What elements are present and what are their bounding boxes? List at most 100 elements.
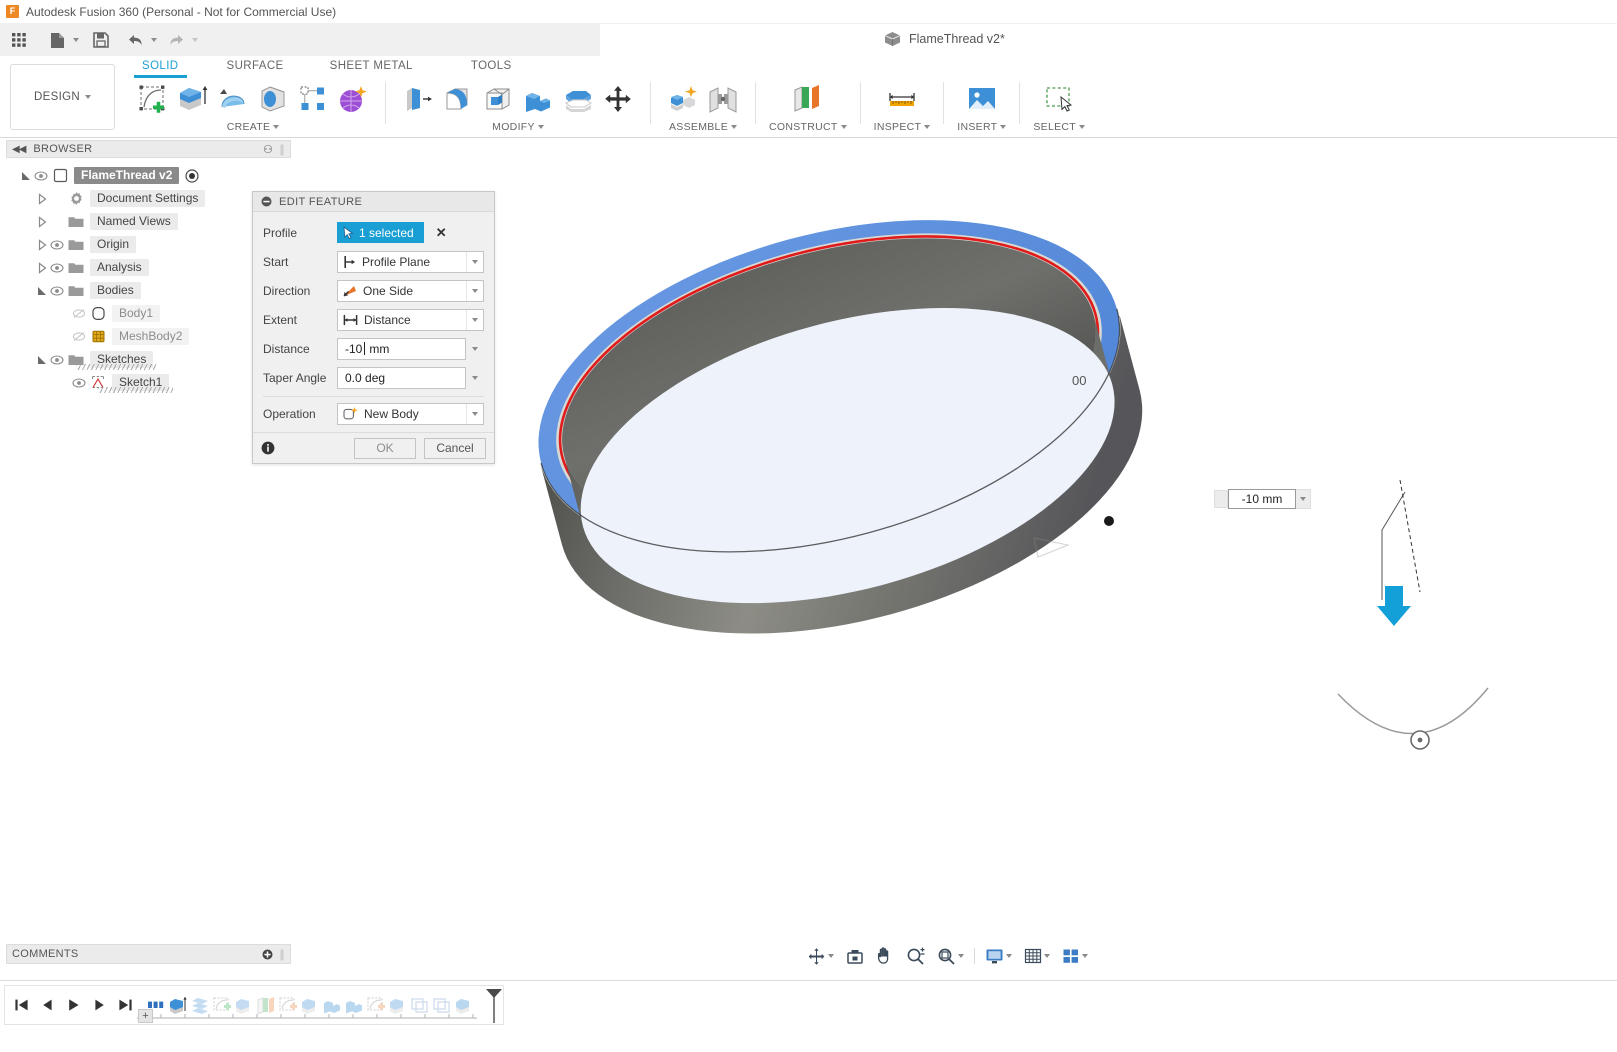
viewports-icon[interactable] (1060, 946, 1090, 967)
press-pull-icon[interactable] (399, 80, 437, 118)
browser-resize-grip[interactable]: ∥ (279, 143, 285, 156)
modify-panel-dropdown[interactable]: MODIFY (492, 121, 544, 133)
distance-input[interactable]: -10mm (337, 338, 466, 360)
manipulator-grip[interactable] (1214, 490, 1228, 508)
offset-plane-icon[interactable] (789, 80, 827, 118)
insert-mcmaster-icon[interactable] (963, 80, 1001, 118)
tree-label-sketch1[interactable]: Sketch1 (112, 374, 169, 391)
chevron-down-icon[interactable] (466, 252, 483, 272)
ok-button[interactable]: OK (354, 438, 416, 459)
edit-feature-dialog[interactable]: EDIT FEATURE Profile 1 selected ✕ (252, 191, 495, 464)
activate-component-radio[interactable] (185, 169, 199, 183)
revolve-icon[interactable] (214, 80, 252, 118)
look-at-icon[interactable] (844, 946, 866, 967)
tree-row-sketches[interactable]: Sketches (6, 348, 291, 371)
inspect-panel-dropdown[interactable]: INSPECT (874, 121, 931, 133)
visibility-eye-icon[interactable] (48, 352, 66, 368)
expander-expanded-icon[interactable] (36, 285, 48, 297)
play-icon[interactable] (61, 992, 85, 1018)
construct-panel-dropdown[interactable]: CONSTRUCT (769, 121, 847, 133)
plus-circle-icon[interactable] (262, 949, 273, 960)
select-panel-dropdown[interactable]: SELECT (1033, 121, 1085, 133)
visibility-hidden-icon[interactable] (70, 306, 88, 322)
tree-label-origin[interactable]: Origin (90, 236, 136, 253)
expander-collapsed-icon[interactable] (36, 216, 48, 228)
distance-spinner-caret[interactable] (466, 338, 484, 360)
info-icon[interactable] (261, 441, 275, 455)
visibility-eye-icon[interactable] (48, 260, 66, 276)
minus-circle-icon[interactable] (261, 196, 272, 207)
create-sketch-icon[interactable] (134, 80, 172, 118)
sweep-icon[interactable] (254, 80, 292, 118)
tab-sheet-metal[interactable]: SHEET METAL (316, 58, 427, 76)
timeline-end-marker[interactable] (483, 988, 505, 1024)
taper-angle-spinner-caret[interactable] (466, 367, 484, 389)
chevron-down-icon[interactable] (1044, 954, 1050, 958)
tree-label-named-views[interactable]: Named Views (90, 213, 178, 230)
workspace-switcher[interactable]: DESIGN (10, 64, 115, 130)
select-window-icon[interactable] (1040, 80, 1078, 118)
tree-row-named-views[interactable]: Named Views (6, 210, 291, 233)
pattern-icon[interactable] (294, 80, 332, 118)
chevron-down-icon[interactable] (958, 954, 964, 958)
clear-selection-x-icon[interactable]: ✕ (436, 225, 447, 241)
collapse-browser-icon[interactable]: ◀◀ (12, 144, 25, 155)
visibility-eye-icon[interactable] (70, 375, 88, 391)
tree-row-document-settings[interactable]: Document Settings (6, 187, 291, 210)
dialog-title-bar[interactable]: EDIT FEATURE (253, 192, 494, 212)
tab-solid[interactable]: SOLID (128, 58, 193, 76)
combine-icon[interactable] (519, 80, 557, 118)
save-icon[interactable] (88, 27, 114, 53)
app-grid-icon[interactable] (6, 27, 32, 53)
undo-icon[interactable] (122, 27, 148, 53)
chevron-down-icon[interactable] (1006, 954, 1012, 958)
cancel-button[interactable]: Cancel (424, 438, 486, 459)
skip-to-end-icon[interactable] (113, 992, 137, 1018)
fit-icon[interactable] (935, 945, 966, 967)
taper-angle-input[interactable]: 0.0 deg (337, 367, 466, 389)
expander-collapsed-icon[interactable] (36, 262, 48, 274)
redo-dropdown-caret[interactable] (189, 27, 200, 53)
tree-row-analysis[interactable]: Analysis (6, 256, 291, 279)
tree-row-bodies[interactable]: Bodies (6, 279, 291, 302)
tree-label-document-settings[interactable]: Document Settings (90, 190, 205, 207)
timeline-add-marker[interactable]: + (138, 1009, 153, 1023)
tab-surface[interactable]: SURFACE (213, 58, 298, 76)
move-copy-icon[interactable] (599, 80, 637, 118)
orbit-icon[interactable] (805, 945, 836, 968)
direction-combo[interactable]: One Side (337, 280, 484, 302)
skip-to-start-icon[interactable] (9, 992, 33, 1018)
tree-row-body1[interactable]: Body1 (6, 302, 291, 325)
create-panel-dropdown[interactable]: CREATE (227, 121, 280, 133)
chevron-down-icon[interactable] (828, 954, 834, 958)
browser-minus-icon[interactable]: ⚇ (263, 143, 273, 156)
tree-label-meshbody2[interactable]: MeshBody2 (112, 328, 189, 345)
visibility-hidden-icon[interactable] (70, 329, 88, 345)
sculpt-icon[interactable] (334, 80, 372, 118)
redo-icon[interactable] (163, 27, 189, 53)
manipulator-distance-input[interactable]: -10 mm (1214, 489, 1311, 509)
tree-label-flamethread[interactable]: FlameThread v2 (74, 167, 179, 184)
tree-row-origin[interactable]: Origin (6, 233, 291, 256)
new-component-icon[interactable] (664, 80, 702, 118)
grid-snaps-icon[interactable] (1022, 946, 1052, 967)
measure-icon[interactable] (883, 80, 921, 118)
operation-combo[interactable]: New Body (337, 403, 484, 425)
comments-resize-grip[interactable]: ∥ (279, 948, 285, 961)
visibility-eye-icon[interactable] (48, 283, 66, 299)
insert-panel-dropdown[interactable]: INSERT (957, 121, 1006, 133)
undo-dropdown-caret[interactable] (148, 27, 159, 53)
tree-label-analysis[interactable]: Analysis (90, 259, 149, 276)
expander-collapsed-icon[interactable] (36, 239, 48, 251)
extrude-icon[interactable] (174, 80, 212, 118)
shell-icon[interactable] (479, 80, 517, 118)
assemble-panel-dropdown[interactable]: ASSEMBLE (669, 121, 737, 133)
profile-selection-chip[interactable]: 1 selected (337, 222, 424, 243)
new-file-dropdown-caret[interactable] (70, 27, 81, 53)
step-back-icon[interactable] (35, 992, 59, 1018)
chevron-down-icon[interactable] (466, 310, 483, 330)
manipulator-value[interactable]: -10 mm (1228, 489, 1296, 509)
start-combo[interactable]: Profile Plane (337, 251, 484, 273)
display-settings-icon[interactable] (983, 946, 1014, 967)
pan-icon[interactable] (874, 945, 896, 967)
